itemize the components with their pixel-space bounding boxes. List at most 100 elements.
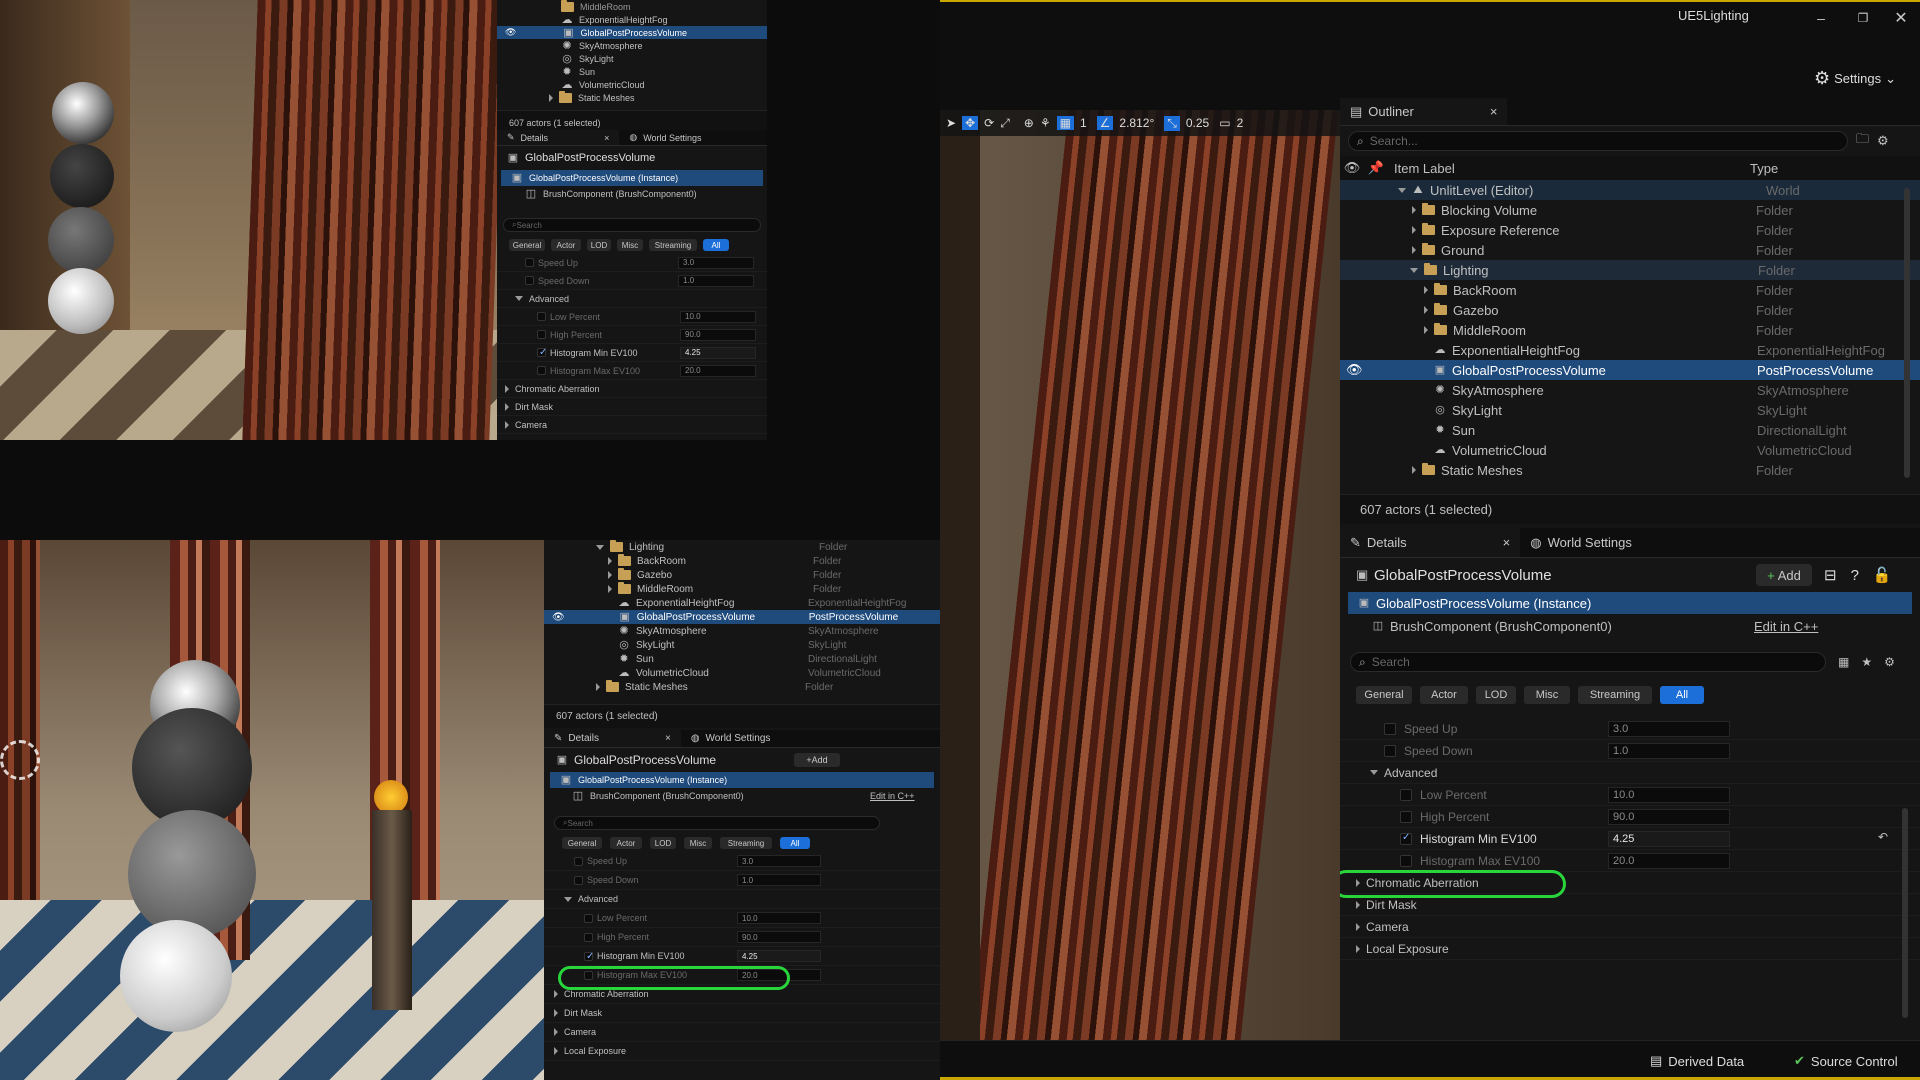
actor-name: GlobalPostProcessVolume [1374, 566, 1552, 584]
pin-icon[interactable]: 📌 [1364, 160, 1388, 176]
close-icon[interactable]: × [1490, 104, 1498, 119]
tab-details[interactable]: ✎ Details × [1340, 528, 1521, 557]
tree-row[interactable]: ✹ Sun DirectionalLight [1340, 420, 1920, 440]
viewport-top-left [0, 0, 497, 440]
tree-row[interactable]: Lighting Folder [1340, 260, 1920, 280]
star-icon[interactable]: ★ [1861, 655, 1872, 669]
grid-snap-icon[interactable]: ▦ [1056, 116, 1074, 130]
tree-row[interactable]: ✺ SkyAtmosphere SkyAtmosphere [1340, 380, 1920, 400]
blueprint-icon[interactable]: ⊟ [1824, 566, 1837, 584]
component-brush[interactable]: ◫ BrushComponent (BrushComponent0) Edit in… [1340, 614, 1920, 638]
speed-down-checkbox[interactable] [1384, 744, 1396, 757]
histogram-min-checkbox[interactable] [1400, 832, 1412, 845]
tree-row[interactable]: BackRoom Folder [1340, 280, 1920, 300]
small-details-top: ✎ Details × ◍ World Settings ▣ GlobalPostProc… [497, 130, 767, 440]
tree-row[interactable]: Gazebo Folder [1340, 300, 1920, 320]
globe-icon: ◍ [1530, 534, 1542, 550]
filter-all[interactable]: All [1660, 686, 1704, 704]
camera-speed-icon[interactable]: ▭ [1219, 116, 1230, 130]
outliner-icon: ▤ [1350, 103, 1363, 119]
surface-snap-icon[interactable]: ⚘ [1040, 116, 1051, 130]
speed-up-field[interactable]: 3.0 [1608, 720, 1730, 737]
filter-lod[interactable]: LOD [1476, 686, 1516, 704]
section-camera[interactable]: Camera [1340, 916, 1920, 938]
high-percent-field[interactable]: 90.0 [1608, 808, 1730, 825]
speed-up-checkbox[interactable] [1384, 722, 1396, 735]
filter-misc[interactable]: Misc [1524, 686, 1570, 704]
outliner-tree: ⛰ UnlitLevel (Editor) World Blocking Volum… [1340, 180, 1920, 480]
sun-icon: ✹ [1435, 424, 1445, 436]
outliner-search-input[interactable]: ⌕ Search... [1348, 131, 1848, 151]
plus-icon: + [1767, 567, 1775, 583]
advanced-group[interactable]: Advanced [1340, 762, 1920, 784]
tree-row[interactable]: ⛰ UnlitLevel (Editor) World [1340, 180, 1920, 200]
scale-icon[interactable]: ⤢ [1000, 116, 1010, 131]
low-percent-checkbox[interactable] [1400, 788, 1412, 801]
camera-speed-value[interactable]: 2 [1237, 116, 1244, 130]
viewport-bottom-left [0, 540, 544, 1080]
check-circle-icon: ✔ [1794, 1053, 1805, 1068]
tree-row[interactable]: ◎ SkyLight SkyLight [1340, 400, 1920, 420]
scale-snap-icon[interactable]: ⤡ [1164, 115, 1180, 131]
tree-row[interactable]: Static Meshes Folder [1340, 460, 1920, 480]
property-list: Speed Up 3.0 Speed Down 1.0 Advanced Low P… [1340, 718, 1920, 960]
filter-actor[interactable]: Actor [1420, 686, 1468, 704]
select-icon[interactable]: ➤ [946, 116, 956, 130]
histogram-min-field[interactable]: 4.25 [1608, 830, 1730, 847]
outliner-scrollbar[interactable] [1904, 188, 1910, 478]
settings-button[interactable]: ⚙ Settings ⌄ [1814, 68, 1896, 89]
reset-to-default-icon[interactable]: ↶ [1878, 830, 1888, 844]
details-search-input[interactable]: ⌕ Search [1350, 652, 1826, 672]
scale-value[interactable]: 0.25 [1186, 116, 1209, 130]
sky-atmosphere-icon: ✺ [1435, 384, 1445, 396]
col-item-label[interactable]: Item Label [1388, 161, 1750, 176]
help-icon[interactable]: ? [1851, 567, 1859, 584]
visibility-icon[interactable]: 👁 [1340, 160, 1364, 176]
translate-icon[interactable]: ✥ [962, 116, 979, 130]
minimize-button[interactable]: – [1806, 6, 1836, 30]
lock-icon[interactable]: 🔓 [1873, 566, 1892, 584]
close-icon[interactable]: × [1503, 535, 1511, 550]
gear-icon[interactable]: ⚙ [1884, 655, 1895, 669]
low-percent-field[interactable]: 10.0 [1608, 786, 1730, 803]
table-view-icon[interactable]: ▦ [1838, 655, 1849, 669]
grid-size[interactable]: 1 [1080, 116, 1087, 130]
outliner-header: 👁 📌 Item Label Type [1340, 156, 1920, 180]
prop-low-percent: Low Percent 10.0 [1340, 784, 1920, 806]
rotate-icon[interactable]: ⟳ [984, 116, 994, 130]
angle-value[interactable]: 2.812° [1119, 116, 1154, 130]
details-scrollbar[interactable] [1902, 808, 1908, 1018]
col-type[interactable]: Type [1750, 161, 1778, 176]
maximize-button[interactable]: ❐ [1848, 6, 1878, 30]
tree-row[interactable]: Exposure Reference Folder [1340, 220, 1920, 240]
add-component-button[interactable]: + Add [1756, 564, 1812, 586]
gear-icon[interactable]: ⚙ [1877, 133, 1889, 149]
add-folder-icon[interactable]: 🗀 [1856, 130, 1869, 152]
close-button[interactable]: ✕ [1886, 6, 1916, 30]
database-icon: ▤ [1650, 1053, 1663, 1068]
tree-row[interactable]: ☁ ExponentialHeightFog ExponentialHeightFo… [1340, 340, 1920, 360]
high-percent-checkbox[interactable] [1400, 810, 1412, 823]
main-viewport[interactable]: ➤ ✥ ⟳ ⤢ ⊕ ⚘ ▦ 1 ∠ 2.812° ⤡ 0.25 ▭ 2 [940, 110, 1340, 1040]
visibility-icon[interactable]: 👁 [1340, 362, 1434, 378]
tab-world-settings[interactable]: ◍ World Settings [1520, 528, 1642, 557]
speed-down-field[interactable]: 1.0 [1608, 742, 1730, 759]
derived-data-button[interactable]: ▤ Derived Data [1650, 1053, 1744, 1069]
histogram-max-checkbox[interactable] [1400, 854, 1412, 867]
source-control-button[interactable]: ✔ Source Control [1794, 1053, 1898, 1069]
histogram-max-field[interactable]: 20.0 [1608, 852, 1730, 869]
tree-row[interactable]: Ground Folder [1340, 240, 1920, 260]
tree-row[interactable]: ☁ VolumetricCloud VolumetricCloud [1340, 440, 1920, 460]
filter-general[interactable]: General [1356, 686, 1412, 704]
tree-row[interactable]: Blocking Volume Folder [1340, 200, 1920, 220]
world-icon[interactable]: ⊕ [1024, 116, 1034, 130]
edit-cpp-link[interactable]: Edit in C++ [1754, 619, 1818, 634]
component-instance[interactable]: ▣ GlobalPostProcessVolume (Instance) [1348, 592, 1912, 614]
angle-snap-icon[interactable]: ∠ [1096, 116, 1114, 130]
tree-row-selected[interactable]: 👁 ▣ GlobalPostProcessVolume PostProcessVolu… [1340, 360, 1920, 380]
tab-outliner[interactable]: ▤ Outliner × [1340, 98, 1508, 125]
chevron-down-icon [1370, 770, 1378, 775]
tree-row[interactable]: MiddleRoom Folder [1340, 320, 1920, 340]
section-local-exposure[interactable]: Local Exposure [1340, 938, 1920, 960]
filter-streaming[interactable]: Streaming [1578, 686, 1652, 704]
